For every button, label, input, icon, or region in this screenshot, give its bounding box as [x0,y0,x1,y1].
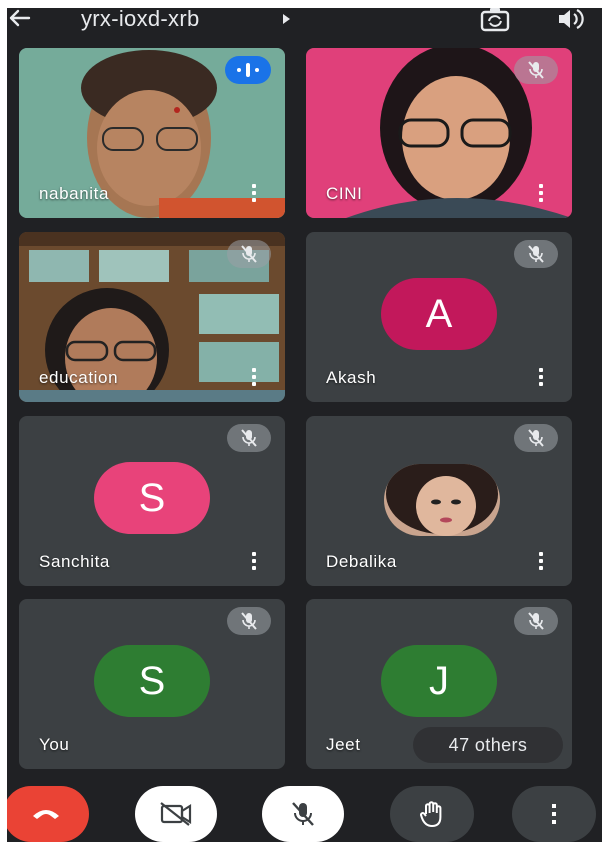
more-vertical-icon[interactable] [249,552,259,572]
avatar: J [381,645,497,717]
more-vertical-icon[interactable] [536,368,546,388]
participant-tile-you[interactable]: S You [19,599,285,769]
more-vertical-icon[interactable] [536,552,546,572]
more-options-button[interactable] [512,786,596,842]
mic-off-icon [227,240,271,268]
raise-hand-icon [420,801,442,827]
more-vertical-icon [552,804,556,824]
others-count-button[interactable]: 47 others [413,727,563,763]
participant-name: Debalika [326,552,397,571]
end-call-button[interactable] [7,786,89,842]
raise-hand-button[interactable] [390,786,474,842]
avatar [384,464,500,536]
speaker-icon[interactable] [555,8,585,31]
participant-name: Akash [326,368,377,387]
mic-off-icon [514,424,558,452]
more-vertical-icon[interactable] [536,184,546,204]
participant-name: education [39,368,119,387]
participant-tile-debalika[interactable]: Debalika [306,416,572,586]
camera-toggle-button[interactable] [135,786,217,842]
participant-tile-nabanita[interactable]: nabanita [19,48,285,218]
avatar: A [381,278,497,350]
participant-name: Jeet [326,735,361,754]
participant-tile-education[interactable]: education [19,232,285,402]
phone-hangup-icon [33,810,59,819]
mic-off-icon [292,802,314,826]
participant-name: Sanchita [39,552,110,571]
meeting-code[interactable]: yrx-ioxd-xrb [81,8,200,32]
more-vertical-icon[interactable] [249,368,259,388]
more-vertical-icon[interactable] [249,184,259,204]
participant-name: You [39,735,70,754]
participant-tile-akash[interactable]: A Akash [306,232,572,402]
switch-camera-icon[interactable] [479,8,511,32]
participant-name: nabanita [39,184,110,203]
mic-off-icon [227,424,271,452]
mic-off-icon [514,56,558,84]
mic-off-icon [227,607,271,635]
caret-right-icon[interactable] [279,10,295,28]
top-bar: yrx-ioxd-xrb [7,8,602,44]
avatar: S [94,645,210,717]
participant-name: CINI [326,184,363,203]
mic-off-icon [514,607,558,635]
speaking-indicator [225,56,271,84]
meet-screen: yrx-ioxd-xrb nabanita CINI education A A… [7,8,602,842]
mic-toggle-button[interactable] [262,786,344,842]
arrow-left-icon[interactable] [7,8,37,32]
mic-off-icon [514,240,558,268]
participant-tile-sanchita[interactable]: S Sanchita [19,416,285,586]
avatar: S [94,462,210,534]
participant-tile-cini[interactable]: CINI [306,48,572,218]
camera-off-icon [160,802,192,826]
